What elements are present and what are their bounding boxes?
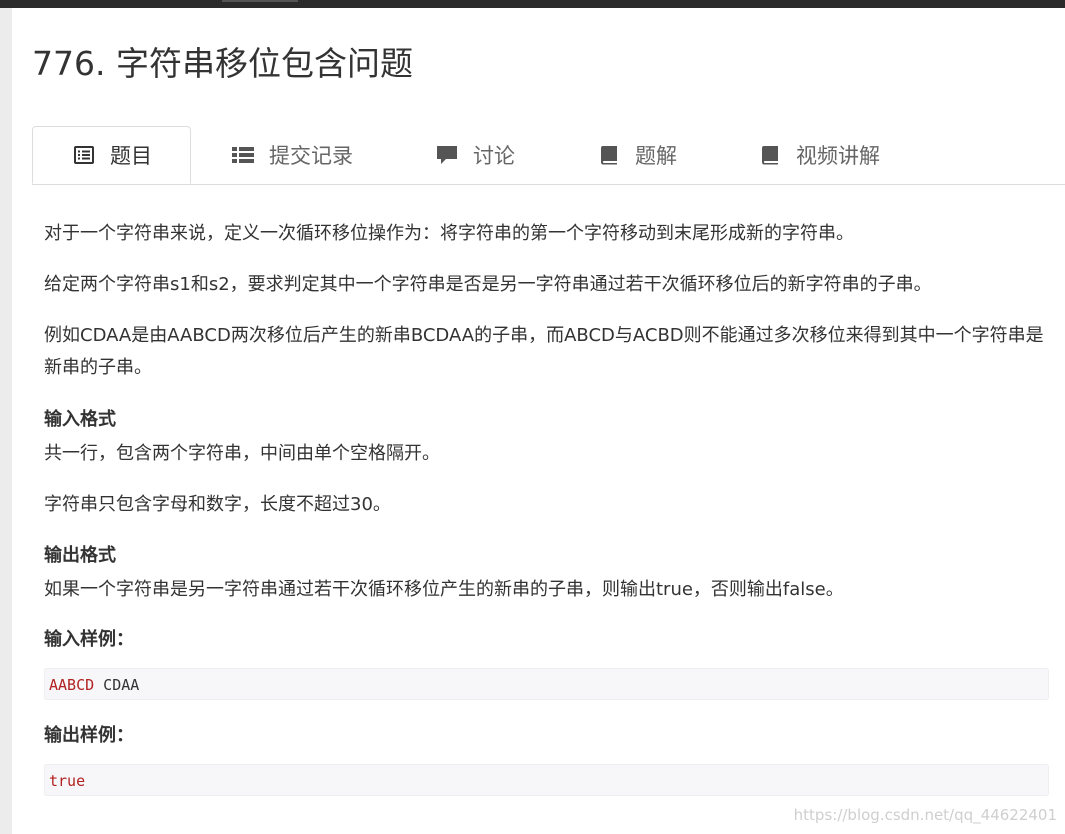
book-icon (757, 144, 783, 166)
tab-label: 题目 (110, 144, 152, 168)
sample-input-code: AABCD CDAA (44, 668, 1049, 700)
tab-submissions[interactable]: 提交记录 (230, 126, 353, 183)
tab-solutions[interactable]: 题解 (596, 126, 677, 183)
description-paragraph: 例如CDAA是由AABCD两次移位后产生的新串BCDAA的子串，而ABCD与AC… (44, 325, 1044, 378)
th-list-icon (230, 144, 256, 166)
tab-video[interactable]: 视频讲解 (757, 126, 880, 183)
tab-discussion[interactable]: 讨论 (434, 126, 515, 183)
description-paragraph: 对于一个字符串来说，定义一次循环移位操作为：将字符串的第一个字符移动到末尾形成新… (44, 223, 854, 244)
page-title: 776. 字符串移位包含问题 (32, 44, 413, 83)
input-format-heading: 输入格式 (44, 409, 116, 430)
input-format-paragraph: 共一行，包含两个字符串，中间由单个空格隔开。 (44, 443, 440, 464)
problem-content: 对于一个字符串来说，定义一次循环移位操作为：将字符串的第一个字符移动到末尾形成新… (44, 218, 1049, 796)
output-format-paragraph: 如果一个字符串是另一字符串通过若干次循环移位产生的新串的子串，则输出true，否… (44, 579, 844, 600)
description-paragraph: 给定两个字符串s1和s2，要求判定其中一个字符串是否是另一字符串通过若干次循环移… (44, 274, 932, 295)
sample-input-heading: 输入样例： (44, 629, 134, 650)
tab-label: 题解 (635, 143, 677, 168)
sample-output-heading: 输出样例： (44, 725, 134, 746)
output-format-heading: 输出格式 (44, 545, 116, 566)
comment-icon (434, 144, 460, 166)
top-bar-accent (222, 0, 298, 2)
book-icon (596, 144, 622, 166)
code-token: CDAA (94, 676, 140, 694)
tab-label: 提交记录 (269, 143, 353, 168)
tab-label: 讨论 (473, 143, 515, 168)
input-format-paragraph: 字符串只包含字母和数字，长度不超过30。 (44, 494, 391, 515)
tab-problem[interactable]: 题目 (32, 126, 191, 184)
top-bar (0, 0, 1065, 8)
list-alt-icon (71, 144, 97, 166)
sample-output-code: true (44, 764, 1049, 796)
problem-tabs: 题目 提交记录 讨论 题解 视频讲解 (32, 126, 1065, 185)
code-token: true (49, 772, 86, 790)
tab-label: 视频讲解 (796, 143, 880, 168)
code-token: AABCD (49, 676, 95, 694)
watermark: https://blog.csdn.net/qq_44622401 (793, 806, 1057, 824)
left-margin (0, 8, 12, 834)
